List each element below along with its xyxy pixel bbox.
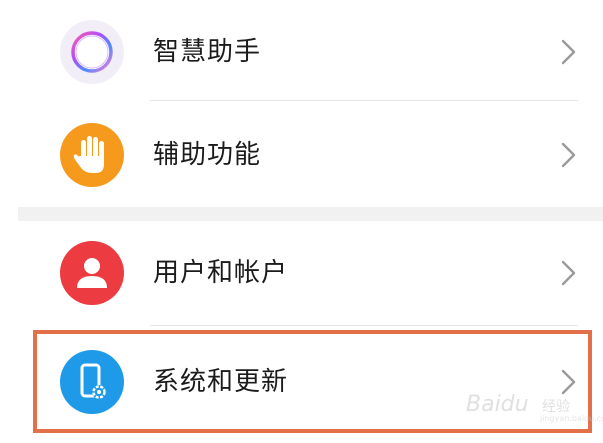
circle-ring-icon	[60, 20, 124, 84]
row-divider	[150, 325, 578, 326]
settings-item-accessibility[interactable]: 辅助功能	[0, 103, 603, 207]
chevron-right-icon	[560, 259, 578, 287]
user-icon	[60, 241, 124, 305]
settings-item-smart-assistant[interactable]: 智慧助手	[0, 0, 603, 104]
phone-gear-icon	[60, 350, 124, 414]
chevron-right-icon	[560, 38, 578, 66]
row-divider	[150, 100, 578, 101]
settings-item-users-accounts[interactable]: 用户和帐户	[0, 221, 603, 325]
section-separator	[18, 207, 603, 221]
chevron-right-icon	[560, 141, 578, 169]
settings-item-label: 辅助功能	[153, 140, 262, 170]
settings-item-label: 系统和更新	[153, 367, 289, 397]
chevron-right-icon	[560, 368, 578, 396]
settings-item-label: 智慧助手	[153, 37, 262, 67]
hand-icon	[60, 123, 124, 187]
settings-screen: 智慧助手 辅助功能 用户和帐户 系统和更新 Baidu 经验 jingyan.b…	[0, 0, 603, 443]
settings-item-system-updates[interactable]: 系统和更新	[0, 330, 603, 434]
settings-item-label: 用户和帐户	[153, 258, 289, 288]
